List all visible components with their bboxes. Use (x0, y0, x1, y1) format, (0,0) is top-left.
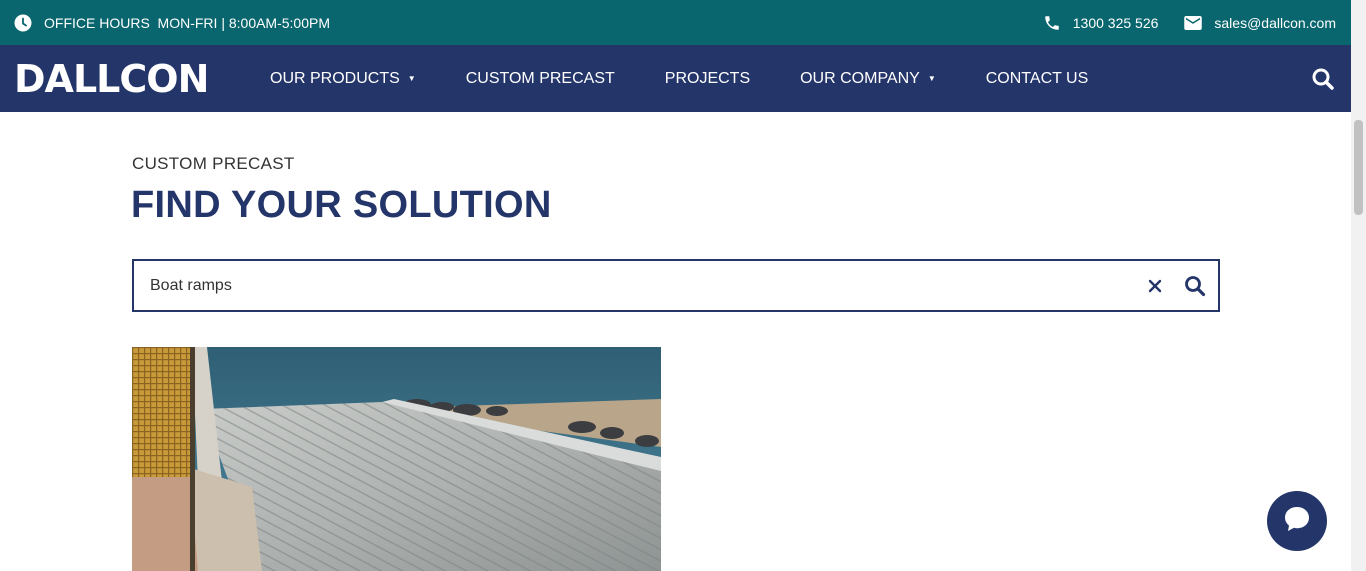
main-menu: OUR PRODUCTS ▼ CUSTOM PRECAST PROJECTS O… (270, 45, 1138, 112)
phone-link[interactable]: 1300 325 526 (1043, 14, 1159, 32)
solution-search-input[interactable] (150, 261, 1130, 310)
chat-widget-button[interactable] (1267, 491, 1327, 551)
chat-icon (1282, 504, 1312, 539)
boat-ramp-result-image[interactable] (132, 347, 661, 571)
email-link[interactable]: sales@dallcon.com (1184, 15, 1336, 31)
solution-search-box (132, 259, 1220, 312)
clock-icon (14, 14, 32, 32)
search-icon[interactable] (1184, 275, 1206, 297)
top-info-bar: OFFICE HOURS MON-FRI | 8:00AM-5:00PM 130… (0, 0, 1351, 45)
phone-number: 1300 325 526 (1072, 14, 1159, 31)
email-address: sales@dallcon.com (1214, 14, 1336, 31)
nav-item-label: PROJECTS (664, 69, 751, 87)
scrollbar-thumb[interactable] (1354, 120, 1363, 215)
caret-down-icon: ▼ (407, 74, 416, 83)
caret-down-icon: ▼ (927, 74, 936, 83)
page-eyebrow: CUSTOM PRECAST (132, 154, 295, 173)
main-navbar: DALLCON OUR PRODUCTS ▼ CUSTOM PRECAST PR… (0, 45, 1351, 112)
page-scrollbar[interactable] (1351, 0, 1366, 571)
search-icon[interactable] (1311, 67, 1335, 91)
nav-item-label: CONTACT US (985, 69, 1089, 87)
phone-icon (1043, 14, 1061, 32)
dallcon-logo[interactable]: DALLCON (14, 45, 209, 112)
contact-info: 1300 325 526 sales@dallcon.com (1017, 0, 1336, 45)
nav-projects[interactable]: PROJECTS (665, 70, 750, 88)
nav-our-products[interactable]: OUR PRODUCTS ▼ (270, 70, 416, 88)
nav-item-label: OUR COMPANY (800, 69, 920, 87)
nav-our-company[interactable]: OUR COMPANY ▼ (800, 70, 936, 88)
nav-item-label: OUR PRODUCTS (270, 69, 400, 87)
nav-item-label: CUSTOM PRECAST (465, 69, 615, 87)
mail-icon (1184, 15, 1203, 30)
page-title: FIND YOUR SOLUTION (131, 184, 552, 226)
office-hours: OFFICE HOURS MON-FRI | 8:00AM-5:00PM (14, 0, 330, 45)
close-icon[interactable] (1148, 279, 1162, 293)
nav-custom-precast[interactable]: CUSTOM PRECAST (466, 70, 615, 88)
nav-contact-us[interactable]: CONTACT US (986, 70, 1089, 88)
office-hours-text: OFFICE HOURS MON-FRI | 8:00AM-5:00PM (44, 14, 331, 31)
